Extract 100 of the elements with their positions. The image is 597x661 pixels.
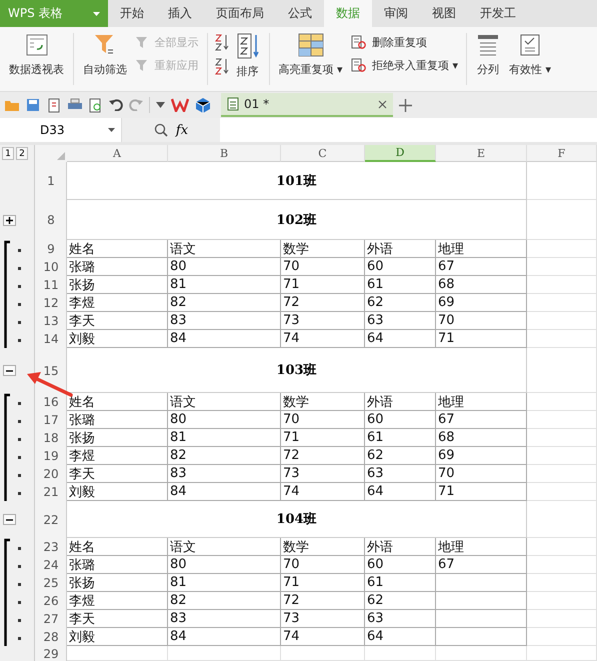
table-cell: 张扬 <box>67 574 168 592</box>
row-header[interactable]: 19 <box>43 449 59 463</box>
column-header[interactable]: C <box>281 145 365 162</box>
table-cell: 82 <box>168 592 281 610</box>
table-cell: 李煜 <box>67 592 168 610</box>
table-cell: 80 <box>168 258 281 276</box>
table-cell: 80 <box>168 411 281 429</box>
outline-level-button[interactable]: 1 <box>2 147 14 160</box>
table-cell: 70 <box>436 465 527 483</box>
row-header[interactable]: 27 <box>43 612 59 626</box>
document-tab[interactable]: 01 * <box>221 93 393 117</box>
table-cell: 73 <box>281 465 365 483</box>
pivot-table-button[interactable]: 数据透视表 <box>6 31 67 83</box>
table-cell: 63 <box>365 312 436 330</box>
row-header[interactable]: 20 <box>43 467 59 481</box>
highlight-duplicates-button[interactable]: 高亮重复项 ▾ <box>276 31 346 83</box>
table-cell: 68 <box>436 276 527 294</box>
document-icon <box>350 58 366 73</box>
document-title: 01 * <box>244 97 270 111</box>
row-header[interactable]: 9 <box>47 242 55 256</box>
column-header[interactable]: F <box>527 145 597 162</box>
row-header[interactable]: 15 <box>43 364 59 378</box>
row-header[interactable]: 28 <box>43 630 59 644</box>
table-cell: 李天 <box>67 312 168 330</box>
table-cell: 李天 <box>67 465 168 483</box>
row-header[interactable]: 24 <box>43 558 59 572</box>
ribbon-tab[interactable]: 开始 <box>108 0 156 27</box>
row-header[interactable]: 1 <box>47 174 55 188</box>
table-cell: 73 <box>281 312 365 330</box>
table-cell: 70 <box>281 258 365 276</box>
empty-cell <box>527 393 597 411</box>
row-header[interactable]: 29 <box>43 646 59 660</box>
add-tab-icon[interactable] <box>399 98 412 112</box>
row-header[interactable]: 17 <box>43 413 59 427</box>
class-title: 104班 <box>276 511 317 528</box>
table-cell: 刘毅 <box>67 628 168 646</box>
outline-toggle-button[interactable] <box>3 514 16 525</box>
row-header[interactable]: 18 <box>43 431 59 445</box>
empty-cell <box>527 276 597 294</box>
empty-cell <box>527 465 597 483</box>
column-header[interactable]: B <box>168 145 281 162</box>
print-preview-icon[interactable] <box>89 98 103 112</box>
close-icon[interactable] <box>378 100 387 108</box>
row-header[interactable]: 26 <box>43 594 59 608</box>
outline-level-button[interactable]: 2 <box>16 147 28 160</box>
auto-filter-button[interactable]: 自动筛选 <box>80 31 130 83</box>
ribbon-small-button[interactable]: 删除重复项 <box>348 33 460 52</box>
ribbon-tab[interactable]: 插入 <box>156 0 204 27</box>
sort-descending-icon[interactable] <box>214 57 230 75</box>
row-header[interactable]: 21 <box>43 485 59 499</box>
row-header[interactable]: 16 <box>43 395 59 409</box>
row-header[interactable]: 25 <box>43 576 59 590</box>
table-cell: 地理 <box>436 393 527 411</box>
ribbon-tab[interactable]: 开发工 <box>468 0 528 27</box>
table-cell: 语文 <box>168 538 281 556</box>
row-header[interactable]: 14 <box>43 332 59 346</box>
row-header[interactable]: 13 <box>43 314 59 328</box>
empty-cell <box>365 646 436 661</box>
ribbon-tab[interactable]: 视图 <box>420 0 468 27</box>
cube-icon[interactable] <box>195 97 211 113</box>
ribbon-tab[interactable]: 审阅 <box>372 0 420 27</box>
table-cell: 外语 <box>365 538 436 556</box>
print-icon[interactable] <box>67 98 83 112</box>
outline-toggle-button[interactable] <box>3 214 16 226</box>
save-icon[interactable] <box>26 98 40 112</box>
column-header[interactable]: D <box>365 145 436 162</box>
zoom-icon[interactable] <box>154 123 168 137</box>
ribbon-tab[interactable]: 页面布局 <box>204 0 276 27</box>
table-cell: 72 <box>281 294 365 312</box>
validity-button[interactable]: 有效性 ▾ <box>506 31 554 83</box>
class-title: 103班 <box>276 362 317 379</box>
table-cell: 地理 <box>436 538 527 556</box>
ribbon-tab[interactable]: 公式 <box>276 0 324 27</box>
row-header[interactable]: 10 <box>43 260 59 274</box>
empty-cell <box>527 574 597 592</box>
undo-icon[interactable] <box>109 99 123 111</box>
table-cell: 62 <box>365 294 436 312</box>
table-cell: 71 <box>436 483 527 501</box>
row-header[interactable]: 23 <box>43 540 59 554</box>
column-header[interactable]: A <box>67 145 168 162</box>
caret-icon <box>93 12 100 16</box>
table-cell: 74 <box>281 628 365 646</box>
row-header[interactable]: 12 <box>43 296 59 310</box>
row-header[interactable]: 22 <box>43 512 59 526</box>
outline-toggle-button[interactable] <box>3 365 16 376</box>
wps-logo-icon[interactable] <box>171 98 189 112</box>
ribbon-tab[interactable]: 数据 <box>324 0 372 27</box>
table-cell: 70 <box>281 411 365 429</box>
dropdown-icon[interactable] <box>156 102 165 108</box>
function-label[interactable]: fx <box>176 122 188 138</box>
table-cell: 71 <box>281 429 365 447</box>
sort-ascending-icon[interactable] <box>214 33 230 51</box>
table-cell: 地理 <box>436 240 527 258</box>
ribbon-small-button[interactable]: 拒绝录入重复项 ▾ <box>348 56 460 75</box>
row-header[interactable]: 11 <box>43 278 59 292</box>
split-columns-button[interactable]: 分列 <box>473 31 504 83</box>
column-header[interactable]: E <box>436 145 527 162</box>
export-icon[interactable] <box>46 98 61 112</box>
row-header[interactable]: 8 <box>47 213 55 227</box>
sort-button[interactable]: 排序 <box>232 31 262 83</box>
